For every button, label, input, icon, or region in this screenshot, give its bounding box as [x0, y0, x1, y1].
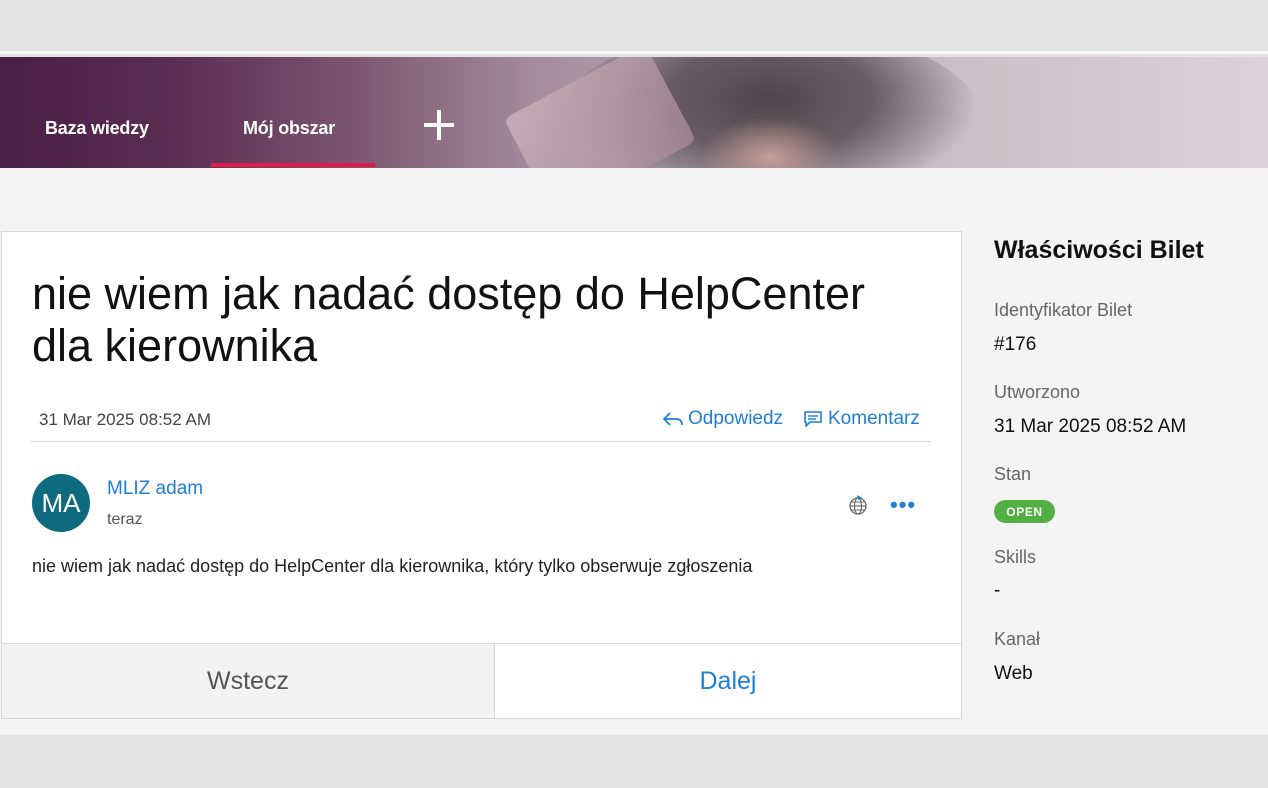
more-icon[interactable]: •••: [890, 494, 916, 516]
properties-title: Właściwości Bilet: [994, 236, 1204, 264]
channel-label: Kanał: [994, 629, 1041, 649]
author-name[interactable]: MLIZ adam: [107, 478, 203, 500]
post-time: teraz: [107, 511, 143, 528]
skills-value: -: [994, 580, 1001, 601]
ticket-id-label: Identyfikator Bilet: [994, 300, 1133, 320]
back-button[interactable]: Wstecz: [2, 643, 495, 718]
reply-icon: [663, 412, 683, 426]
ticket-date: 31 Mar 2025 08:52 AM: [39, 410, 212, 429]
header-banner: [0, 57, 1268, 168]
globe-icon: [849, 495, 867, 515]
created-value: 31 Mar 2025 08:52 AM: [994, 416, 1187, 437]
comment-button[interactable]: Komentarz: [803, 408, 920, 430]
skills-label: Skills: [994, 547, 1037, 567]
created-label: Utworzono: [994, 382, 1081, 402]
status-label: Stan: [994, 464, 1032, 484]
active-tab-indicator: [211, 163, 375, 167]
banner-photo-hand: [700, 117, 840, 168]
nav-tab-my-space[interactable]: Mój obszar: [243, 118, 335, 139]
comment-icon: [804, 411, 822, 427]
reply-button[interactable]: Odpowiedz: [662, 408, 783, 430]
ticket-title: nie wiem jak nadać dostęp do HelpCenter …: [32, 268, 865, 371]
post-body: nie wiem jak nadać dostęp do HelpCenter …: [32, 556, 753, 576]
channel-value: Web: [994, 663, 1033, 684]
status-badge: OPEN: [994, 500, 1055, 523]
ticket-id-value: #176: [994, 334, 1037, 355]
comment-label: Komentarz: [828, 408, 920, 429]
header-divider: [31, 441, 931, 442]
next-button[interactable]: Dalej: [495, 643, 961, 718]
top-strip: [0, 0, 1268, 54]
reply-label: Odpowiedz: [688, 408, 784, 429]
plus-icon[interactable]: [422, 108, 456, 142]
avatar: MA: [32, 474, 90, 532]
nav-tab-knowledge-base[interactable]: Baza wiedzy: [45, 118, 149, 139]
